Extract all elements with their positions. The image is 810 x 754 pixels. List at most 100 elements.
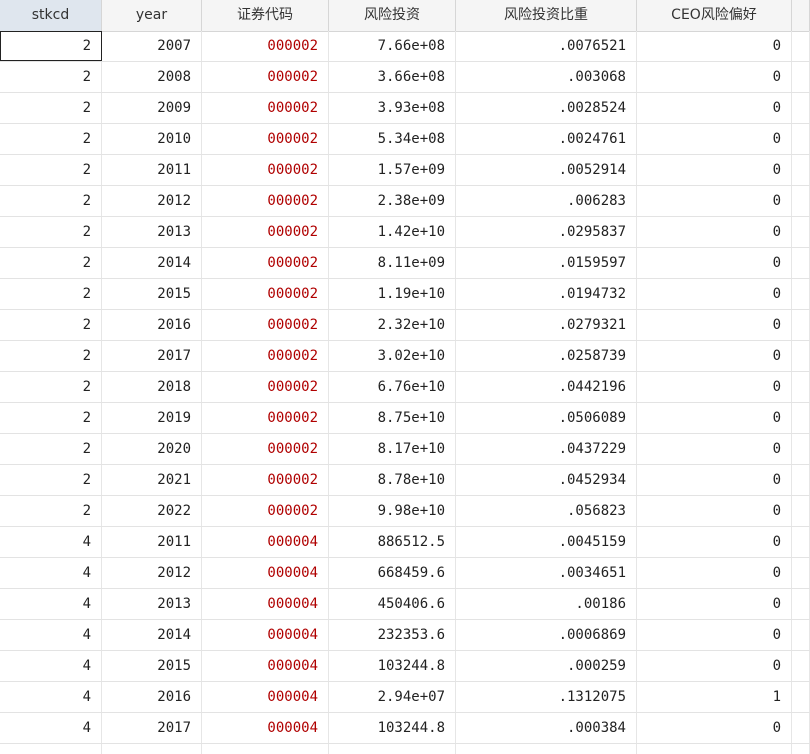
cell-risk-investment[interactable]: 2.38e+09 xyxy=(329,186,456,216)
cell-risk-investment-ratio[interactable]: .0437229 xyxy=(456,434,637,464)
cell-stkcd[interactable]: 4 xyxy=(0,558,102,588)
cell-risk-investment[interactable]: 668459.6 xyxy=(329,558,456,588)
cell-security-code[interactable]: 000002 xyxy=(202,155,329,185)
cell-year[interactable]: 2017 xyxy=(102,713,202,743)
cell-risk-investment[interactable]: 450406.6 xyxy=(329,589,456,619)
cell-risk-investment[interactable]: 2.94e+07 xyxy=(329,682,456,712)
cell-ceo-risk-preference[interactable]: 0 xyxy=(637,279,792,309)
cell-security-code[interactable]: 000002 xyxy=(202,186,329,216)
cell-risk-investment-ratio[interactable]: .0506089 xyxy=(456,403,637,433)
cell-risk-investment[interactable]: 3.93e+08 xyxy=(329,93,456,123)
cell-year[interactable]: 2007 xyxy=(102,31,202,61)
cell-stkcd[interactable]: 4 xyxy=(0,589,102,619)
cell-risk-investment[interactable]: 232353.6 xyxy=(329,620,456,650)
cell-security-code[interactable]: 000002 xyxy=(202,341,329,371)
cell-security-code[interactable]: 000004 xyxy=(202,713,329,743)
cell-risk-investment-ratio[interactable]: .00186 xyxy=(456,589,637,619)
cell-security-code[interactable]: 000004 xyxy=(202,651,329,681)
column-header-year[interactable]: year xyxy=(102,0,202,31)
cell-risk-investment[interactable]: 8.17e+10 xyxy=(329,434,456,464)
cell-year[interactable]: 2014 xyxy=(102,248,202,278)
column-header-ceo-risk-preference[interactable]: CEO风险偏好 xyxy=(637,0,792,31)
cell-year[interactable]: 2016 xyxy=(102,682,202,712)
cell-ceo-risk-preference[interactable]: 0 xyxy=(637,217,792,247)
cell-ceo-risk-preference[interactable]: 0 xyxy=(637,496,792,526)
cell-risk-investment-ratio[interactable]: .000259 xyxy=(456,651,637,681)
cell-ceo-risk-preference[interactable]: 0 xyxy=(637,558,792,588)
cell-risk-investment-ratio[interactable]: .003068 xyxy=(456,62,637,92)
cell-ceo-risk-preference[interactable]: 0 xyxy=(637,651,792,681)
cell-stkcd[interactable]: 4 xyxy=(0,713,102,743)
cell-stkcd[interactable]: 2 xyxy=(0,372,102,402)
cell-stkcd[interactable]: 2 xyxy=(0,186,102,216)
cell-security-code[interactable]: 000004 xyxy=(202,589,329,619)
cell-stkcd[interactable]: 2 xyxy=(0,434,102,464)
cell-risk-investment-ratio[interactable]: .0052914 xyxy=(456,155,637,185)
cell-security-code[interactable]: 000002 xyxy=(202,62,329,92)
cell-year[interactable]: 2016 xyxy=(102,310,202,340)
cell-risk-investment[interactable]: 8.75e+10 xyxy=(329,403,456,433)
cell-ceo-risk-preference[interactable]: 1 xyxy=(637,682,792,712)
cell-stkcd[interactable]: 2 xyxy=(0,310,102,340)
cell-risk-investment-ratio[interactable]: .056823 xyxy=(456,496,637,526)
cell-risk-investment[interactable]: 8.78e+10 xyxy=(329,465,456,495)
cell-risk-investment-ratio[interactable]: .0024761 xyxy=(456,124,637,154)
cell-security-code[interactable]: 000004 xyxy=(202,682,329,712)
cell-year[interactable]: 2014 xyxy=(102,620,202,650)
cell-security-code[interactable]: 000002 xyxy=(202,465,329,495)
column-header-security-code[interactable]: 证券代码 xyxy=(202,0,329,31)
cell-security-code[interactable]: 000004 xyxy=(202,558,329,588)
column-header-stkcd[interactable]: stkcd xyxy=(0,0,102,31)
cell-risk-investment[interactable]: 2.32e+10 xyxy=(329,310,456,340)
cell-year[interactable]: 2022 xyxy=(102,496,202,526)
cell-risk-investment[interactable]: 103244.8 xyxy=(329,713,456,743)
cell-security-code[interactable]: 000002 xyxy=(202,93,329,123)
cell-year[interactable]: 2013 xyxy=(102,217,202,247)
cell-ceo-risk-preference[interactable]: 0 xyxy=(637,527,792,557)
cell-ceo-risk-preference[interactable]: 0 xyxy=(637,93,792,123)
cell-year[interactable]: 2011 xyxy=(102,527,202,557)
cell-ceo-risk-preference[interactable]: 0 xyxy=(637,186,792,216)
cell-risk-investment-ratio[interactable]: .006283 xyxy=(456,186,637,216)
cell-stkcd[interactable]: 2 xyxy=(0,465,102,495)
cell-stkcd[interactable]: 2 xyxy=(0,217,102,247)
cell-security-code[interactable]: 000002 xyxy=(202,372,329,402)
cell-security-code[interactable]: 000002 xyxy=(202,217,329,247)
cell-stkcd[interactable]: 4 xyxy=(0,682,102,712)
cell-risk-investment-ratio[interactable]: .0159597 xyxy=(456,248,637,278)
cell-security-code[interactable]: 000002 xyxy=(202,496,329,526)
cell-risk-investment-ratio[interactable]: .0295837 xyxy=(456,217,637,247)
cell-risk-investment[interactable]: 9.98e+10 xyxy=(329,496,456,526)
cell-stkcd[interactable]: 2 xyxy=(0,496,102,526)
cell-stkcd[interactable]: 2 xyxy=(0,341,102,371)
cell-ceo-risk-preference[interactable]: 0 xyxy=(637,310,792,340)
cell-risk-investment[interactable]: 8.11e+09 xyxy=(329,248,456,278)
cell-stkcd[interactable]: 2 xyxy=(0,62,102,92)
cell-risk-investment[interactable]: 5.34e+08 xyxy=(329,124,456,154)
column-header-risk-investment[interactable]: 风险投资 xyxy=(329,0,456,31)
cell-security-code[interactable]: 000002 xyxy=(202,403,329,433)
cell-risk-investment-ratio[interactable]: .0194732 xyxy=(456,279,637,309)
cell-security-code[interactable]: 000004 xyxy=(202,620,329,650)
cell-risk-investment[interactable]: 3.02e+10 xyxy=(329,341,456,371)
cell-year[interactable]: 2019 xyxy=(102,403,202,433)
cell-stkcd[interactable]: 2 xyxy=(0,124,102,154)
cell-year[interactable]: 2008 xyxy=(102,62,202,92)
cell-ceo-risk-preference[interactable]: 0 xyxy=(637,124,792,154)
cell-ceo-risk-preference[interactable]: 0 xyxy=(637,403,792,433)
cell-risk-investment-ratio[interactable]: .0279321 xyxy=(456,310,637,340)
cell-security-code[interactable]: 000002 xyxy=(202,124,329,154)
cell-year[interactable]: 2018 xyxy=(102,372,202,402)
cell-risk-investment[interactable]: 3.66e+08 xyxy=(329,62,456,92)
cell-risk-investment[interactable]: 1.42e+10 xyxy=(329,217,456,247)
column-header-risk-investment-ratio[interactable]: 风险投资比重 xyxy=(456,0,637,31)
cell-year[interactable]: 2021 xyxy=(102,465,202,495)
cell-security-code[interactable]: 000002 xyxy=(202,31,329,61)
cell-year[interactable]: 2012 xyxy=(102,558,202,588)
cell-stkcd[interactable]: 4 xyxy=(0,527,102,557)
cell-ceo-risk-preference[interactable]: 0 xyxy=(637,372,792,402)
cell-risk-investment-ratio[interactable]: .0028524 xyxy=(456,93,637,123)
cell-risk-investment-ratio[interactable]: .1312075 xyxy=(456,682,637,712)
cell-stkcd[interactable]: 2 xyxy=(0,93,102,123)
cell-risk-investment[interactable]: 886512.5 xyxy=(329,527,456,557)
